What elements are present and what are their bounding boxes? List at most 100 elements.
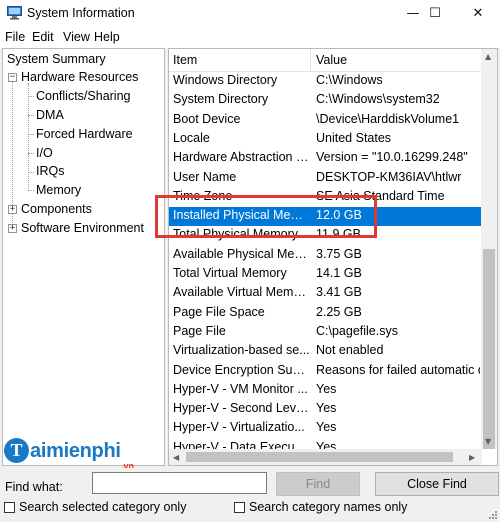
row-item-cell: Hyper-V - VM Monitor ... [173, 381, 308, 396]
row-value-cell: C:\pagefile.sys [316, 323, 398, 338]
row-value-cell: Reasons for failed automatic d [316, 362, 480, 377]
scroll-up-icon[interactable]: ▲ [485, 52, 491, 61]
row-item-cell: Virtualization-based se... [173, 343, 310, 358]
table-row[interactable]: Available Physical Mem... 3.75 GB [169, 246, 482, 265]
table-row[interactable]: Boot Device \Device\HarddiskVolume1 [169, 111, 482, 130]
find-button[interactable]: Find [276, 472, 360, 496]
column-divider[interactable] [310, 49, 311, 71]
tree-connector [28, 83, 29, 189]
tree-item-system-summary[interactable]: System Summary [7, 52, 106, 66]
watermark-logo: T aimienphi .vn [4, 437, 174, 471]
row-value-cell: Not enabled [316, 343, 384, 358]
menu-bar: File Edit View Help [0, 28, 500, 48]
row-value-cell: 3.75 GB [316, 246, 362, 261]
row-item-cell: Device Encryption Supp... [173, 362, 310, 377]
tree-item-conflicts-sharing[interactable]: Conflicts/Sharing [36, 89, 131, 103]
menu-edit[interactable]: Edit [32, 30, 54, 44]
row-value-cell: 2.25 GB [316, 304, 362, 319]
row-item-cell: Boot Device [173, 111, 241, 126]
tree-item-forced-hardware[interactable]: Forced Hardware [36, 127, 133, 141]
close-window-button[interactable]: ✕ [461, 0, 495, 28]
column-header-item[interactable]: Item [173, 53, 197, 67]
row-item-cell: Windows Directory [173, 73, 278, 87]
table-row[interactable]: Windows Directory C:\Windows [169, 72, 482, 91]
maximize-button[interactable]: ☐ [418, 0, 452, 28]
table-row[interactable]: Locale United States [169, 130, 482, 149]
tree-connector [28, 96, 34, 97]
list-header: Item Value [169, 49, 482, 72]
row-value-cell: DESKTOP-KM36IAV\htlwr [316, 169, 462, 184]
table-row[interactable]: Total Virtual Memory 14.1 GB [169, 265, 482, 284]
watermark-name: aimienphi [30, 440, 121, 462]
column-header-value[interactable]: Value [316, 53, 347, 67]
system-information-app-icon [7, 6, 22, 20]
table-row[interactable]: Page File Space 2.25 GB [169, 304, 482, 323]
row-value-cell: Yes [316, 381, 337, 396]
tree-connector [28, 172, 34, 173]
close-find-button[interactable]: Close Find [375, 472, 499, 496]
row-value-cell: \Device\HarddiskVolume1 [316, 111, 460, 126]
tree-item-hardware-resources[interactable]: Hardware Resources [21, 70, 138, 84]
scroll-down-icon[interactable]: ▼ [485, 437, 491, 446]
row-value-cell: Yes [316, 420, 337, 435]
table-row[interactable]: Hyper-V - Virtualizatio... Yes [169, 419, 482, 438]
category-tree[interactable]: System Summary − Hardware Resources Conf… [2, 48, 165, 466]
row-value-cell: 14.1 GB [316, 266, 362, 280]
horizontal-scroll-thumb[interactable] [186, 452, 453, 462]
find-what-input[interactable] [92, 472, 267, 494]
tree-item-dma[interactable]: DMA [36, 108, 64, 122]
tree-item-io[interactable]: I/O [36, 146, 53, 160]
vertical-scroll-thumb[interactable] [483, 249, 495, 449]
row-item-cell: System Directory [173, 92, 269, 107]
menu-view[interactable]: View [63, 30, 90, 44]
search-selected-category-checkbox[interactable] [4, 502, 15, 513]
tree-item-memory[interactable]: Memory [36, 183, 81, 197]
tree-item-software-environment[interactable]: Software Environment [21, 221, 144, 235]
collapse-icon[interactable]: − [8, 73, 17, 82]
table-row[interactable]: Hardware Abstraction L... Version = "10.0… [169, 149, 482, 168]
table-row[interactable]: System Directory C:\Windows\system32 [169, 91, 482, 110]
table-row[interactable]: Virtualization-based se... Not enabled [169, 342, 482, 361]
scroll-right-icon[interactable]: ▶ [469, 453, 475, 462]
row-item-cell: User Name [173, 169, 237, 184]
row-item-cell: Hyper-V - Virtualizatio... [173, 420, 305, 435]
watermark-initial: T [4, 438, 29, 463]
find-what-label: Find what: [5, 480, 63, 494]
expand-icon[interactable]: + [8, 224, 17, 233]
row-item-cell: Hyper-V - Second Level... [173, 401, 310, 416]
tree-connector [28, 153, 34, 154]
resize-grip-icon[interactable] [488, 510, 498, 520]
horizontal-scrollbar[interactable]: ◀ ▶ [169, 449, 482, 465]
menu-help[interactable]: Help [94, 30, 120, 44]
annotation-highlight-box [155, 195, 377, 238]
expand-icon[interactable]: + [8, 205, 17, 214]
tree-item-components[interactable]: Components [21, 202, 92, 216]
row-value-cell: C:\Windows [316, 73, 383, 87]
table-row[interactable]: Device Encryption Supp... Reasons for fai… [169, 362, 482, 381]
table-row[interactable]: Hyper-V - VM Monitor ... Yes [169, 381, 482, 400]
row-value-cell: Yes [316, 401, 337, 416]
row-item-cell: Locale [173, 130, 210, 145]
table-row[interactable]: User Name DESKTOP-KM36IAV\htlwr [169, 169, 482, 188]
row-item-cell: Available Virtual Memory [173, 285, 310, 300]
tree-connector [28, 115, 34, 116]
vertical-scrollbar[interactable]: ▲ ▼ [481, 49, 497, 449]
tree-connector [28, 134, 34, 135]
search-category-names-checkbox[interactable] [234, 502, 245, 513]
row-item-cell: Total Virtual Memory [173, 266, 287, 280]
row-value-cell: Version = "10.0.16299.248" [316, 150, 468, 165]
table-row[interactable]: Hyper-V - Second Level... Yes [169, 400, 482, 419]
row-item-cell: Page File Space [173, 304, 265, 319]
window-title: System Information [27, 6, 135, 20]
title-bar: System Information — ☐ ✕ [0, 0, 500, 28]
row-item-cell: Page File [173, 323, 226, 338]
menu-file[interactable]: File [5, 30, 25, 44]
row-value-cell: 3.41 GB [316, 285, 362, 300]
table-row[interactable]: Available Virtual Memory 3.41 GB [169, 284, 482, 303]
search-category-names-label: Search category names only [249, 500, 408, 514]
details-list[interactable]: Item Value Windows Directory C:\Windows Sy… [168, 48, 498, 466]
table-row[interactable]: Page File C:\pagefile.sys [169, 323, 482, 342]
tree-item-irqs[interactable]: IRQs [36, 164, 64, 178]
tree-connector [28, 190, 34, 191]
row-value-cell: United States [316, 130, 392, 145]
